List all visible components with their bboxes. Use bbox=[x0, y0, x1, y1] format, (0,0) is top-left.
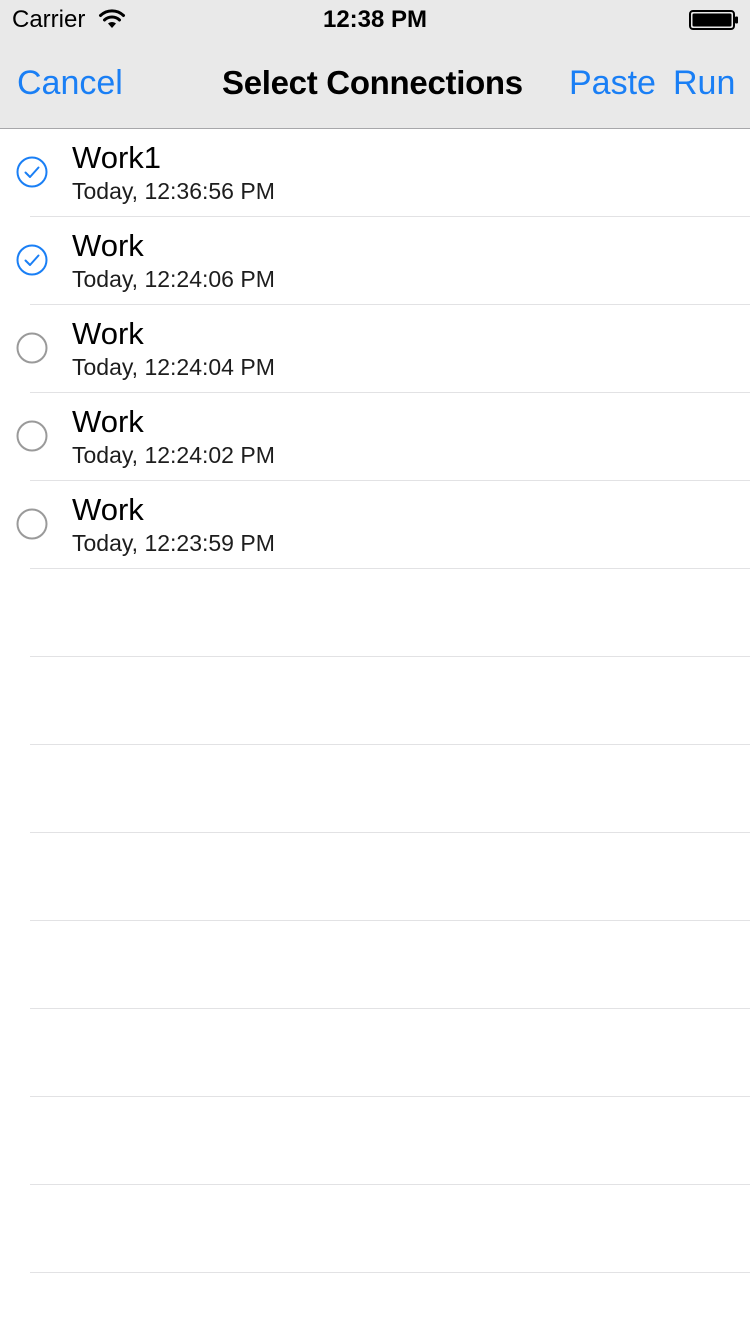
connection-row[interactable]: Work Today, 12:23:59 PM bbox=[0, 481, 750, 569]
empty-row bbox=[0, 569, 750, 657]
connection-title: Work1 bbox=[72, 140, 162, 175]
empty-row bbox=[0, 1009, 750, 1097]
empty-row bbox=[0, 921, 750, 1009]
empty-row bbox=[0, 1185, 750, 1273]
battery-full-icon bbox=[689, 10, 738, 30]
connection-title: Work bbox=[72, 316, 144, 351]
cancel-button[interactable]: Cancel bbox=[17, 64, 123, 103]
status-time: 12:38 PM bbox=[322, 6, 428, 33]
empty-row bbox=[0, 1097, 750, 1185]
connection-title: Work bbox=[72, 404, 144, 439]
empty-circle-icon[interactable] bbox=[16, 420, 48, 452]
connection-timestamp: Today, 12:36:56 PM bbox=[72, 178, 275, 204]
select-connections-screen: Carrier 12:38 PM Cancel Select Connectio… bbox=[0, 0, 750, 1334]
connection-list: Work1 Today, 12:36:56 PM Work Today, 12:… bbox=[0, 129, 750, 1334]
connection-timestamp: Today, 12:24:04 PM bbox=[72, 354, 275, 380]
connection-row[interactable]: Work Today, 12:24:02 PM bbox=[0, 393, 750, 481]
connection-row[interactable]: Work1 Today, 12:36:56 PM bbox=[0, 129, 750, 217]
status-bar: Carrier 12:38 PM bbox=[0, 0, 750, 40]
run-button[interactable]: Run bbox=[673, 64, 735, 103]
empty-circle-icon[interactable] bbox=[16, 508, 48, 540]
navigation-bar: Cancel Select Connections Paste Run bbox=[0, 40, 750, 128]
checkmark-circle-icon[interactable] bbox=[16, 156, 48, 188]
paste-button[interactable]: Paste bbox=[569, 64, 656, 103]
connection-title: Work bbox=[72, 228, 144, 263]
empty-row bbox=[0, 745, 750, 833]
connection-timestamp: Today, 12:24:06 PM bbox=[72, 266, 275, 292]
connection-timestamp: Today, 12:23:59 PM bbox=[72, 530, 275, 556]
empty-row bbox=[0, 1273, 750, 1334]
empty-row bbox=[0, 657, 750, 745]
connection-title: Work bbox=[72, 492, 144, 527]
page-title: Select Connections bbox=[222, 64, 523, 101]
checkmark-circle-icon[interactable] bbox=[16, 244, 48, 276]
connection-row[interactable]: Work Today, 12:24:04 PM bbox=[0, 305, 750, 393]
connection-timestamp: Today, 12:24:02 PM bbox=[72, 442, 275, 468]
empty-circle-icon[interactable] bbox=[16, 332, 48, 364]
top-bar: Carrier 12:38 PM Cancel Select Connectio… bbox=[0, 0, 750, 129]
connection-row[interactable]: Work Today, 12:24:06 PM bbox=[0, 217, 750, 305]
empty-row bbox=[0, 833, 750, 921]
